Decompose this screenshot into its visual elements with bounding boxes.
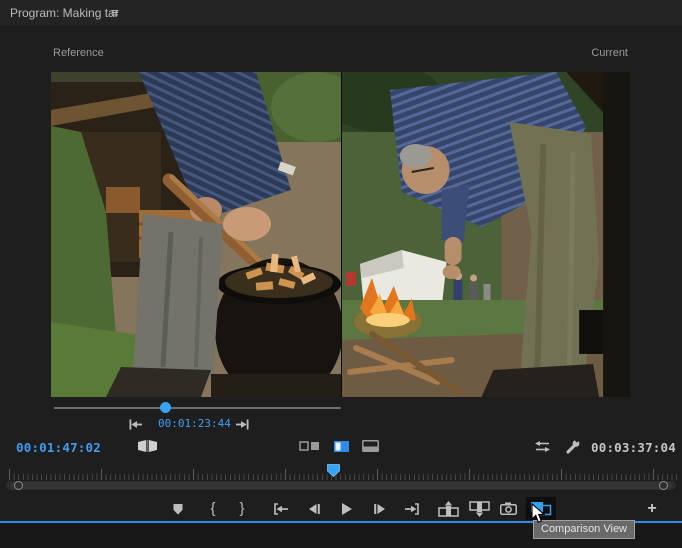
swap-sides-button[interactable] — [533, 437, 551, 455]
swap-sides-icon — [534, 440, 550, 452]
previous-edit-button[interactable] — [126, 417, 144, 431]
mark-in-icon: { — [210, 500, 216, 517]
playhead-marker[interactable] — [327, 464, 340, 482]
step-forward-button[interactable] — [367, 497, 393, 520]
go-to-out-button[interactable] — [399, 497, 425, 520]
play-icon — [341, 502, 352, 515]
go-to-in-button[interactable] — [267, 497, 293, 520]
tooltip-text: Comparison View — [541, 523, 628, 535]
button-editor-button[interactable]: + — [639, 497, 665, 520]
vertical-split-mode-button[interactable] — [333, 437, 349, 455]
step-back-button[interactable] — [301, 497, 327, 520]
horizontal-split-mode-button[interactable] — [361, 437, 379, 455]
comparison-book-icon — [137, 440, 157, 452]
timeline-ruler[interactable] — [0, 464, 682, 480]
mark-out-button[interactable]: } — [229, 497, 255, 520]
step-forward-icon — [374, 503, 385, 514]
mark-out-icon: } — [239, 500, 245, 517]
settings-button[interactable] — [564, 437, 581, 455]
duration-timecode: 00:03:37:04 — [591, 440, 676, 455]
comparison-book-button[interactable] — [136, 437, 158, 455]
ruler-major-ticks — [9, 469, 678, 480]
add-marker-icon — [173, 503, 183, 514]
zoom-scrollbar-right-handle[interactable] — [659, 481, 668, 490]
step-back-icon — [309, 503, 320, 514]
mark-in-button[interactable]: { — [200, 497, 226, 520]
zoom-scrollbar-left-handle[interactable] — [14, 481, 23, 490]
zoom-scrollbar[interactable] — [6, 481, 676, 490]
extract-button[interactable] — [466, 497, 492, 520]
reference-frame-slider-handle[interactable] — [160, 402, 171, 413]
current-label: Current — [591, 47, 628, 59]
panel-titlebar: Program: Making tar ≡ — [0, 0, 682, 27]
next-edit-icon — [235, 419, 248, 429]
settings-wrench-icon — [566, 438, 580, 454]
tooltip: Comparison View — [533, 520, 636, 539]
reference-scene-chopping-wood — [51, 72, 341, 397]
go-to-in-icon — [273, 502, 288, 515]
reference-frame-slider-track[interactable] — [54, 407, 341, 409]
vertical-split-icon — [333, 440, 349, 452]
playhead-icon — [327, 464, 340, 478]
cursor-arrow-icon — [531, 502, 546, 523]
button-editor-icon: + — [647, 499, 657, 517]
horizontal-split-icon — [361, 440, 379, 452]
side-by-side-mode-button[interactable] — [298, 437, 320, 455]
lift-icon — [437, 500, 459, 517]
current-video-frame — [341, 72, 630, 397]
comparison-video-area — [51, 72, 630, 397]
panel-title: Program: Making tar — [10, 6, 119, 20]
reference-timecode[interactable]: 00:01:23:44 — [158, 417, 231, 430]
mouse-cursor — [531, 502, 546, 529]
play-button[interactable] — [333, 497, 359, 520]
panel-menu-icon[interactable]: ≡ — [111, 0, 119, 26]
current-scene-lighting-fire — [342, 72, 630, 397]
export-frame-icon — [499, 502, 517, 515]
side-by-side-icon — [298, 441, 319, 451]
zoom-scrollbar-thumb[interactable] — [10, 482, 672, 489]
export-frame-button[interactable] — [495, 497, 521, 520]
extract-icon — [468, 500, 490, 517]
position-timecode[interactable]: 00:01:47:02 — [16, 440, 101, 455]
program-monitor-panel: Program: Making tar ≡ Reference Current — [0, 0, 682, 548]
reference-label: Reference — [53, 47, 104, 59]
lift-button[interactable] — [435, 497, 461, 520]
add-marker-button[interactable] — [165, 497, 191, 520]
next-edit-button[interactable] — [233, 417, 251, 431]
previous-edit-icon — [129, 419, 142, 429]
go-to-out-icon — [404, 502, 419, 515]
reference-video-frame — [51, 72, 341, 397]
